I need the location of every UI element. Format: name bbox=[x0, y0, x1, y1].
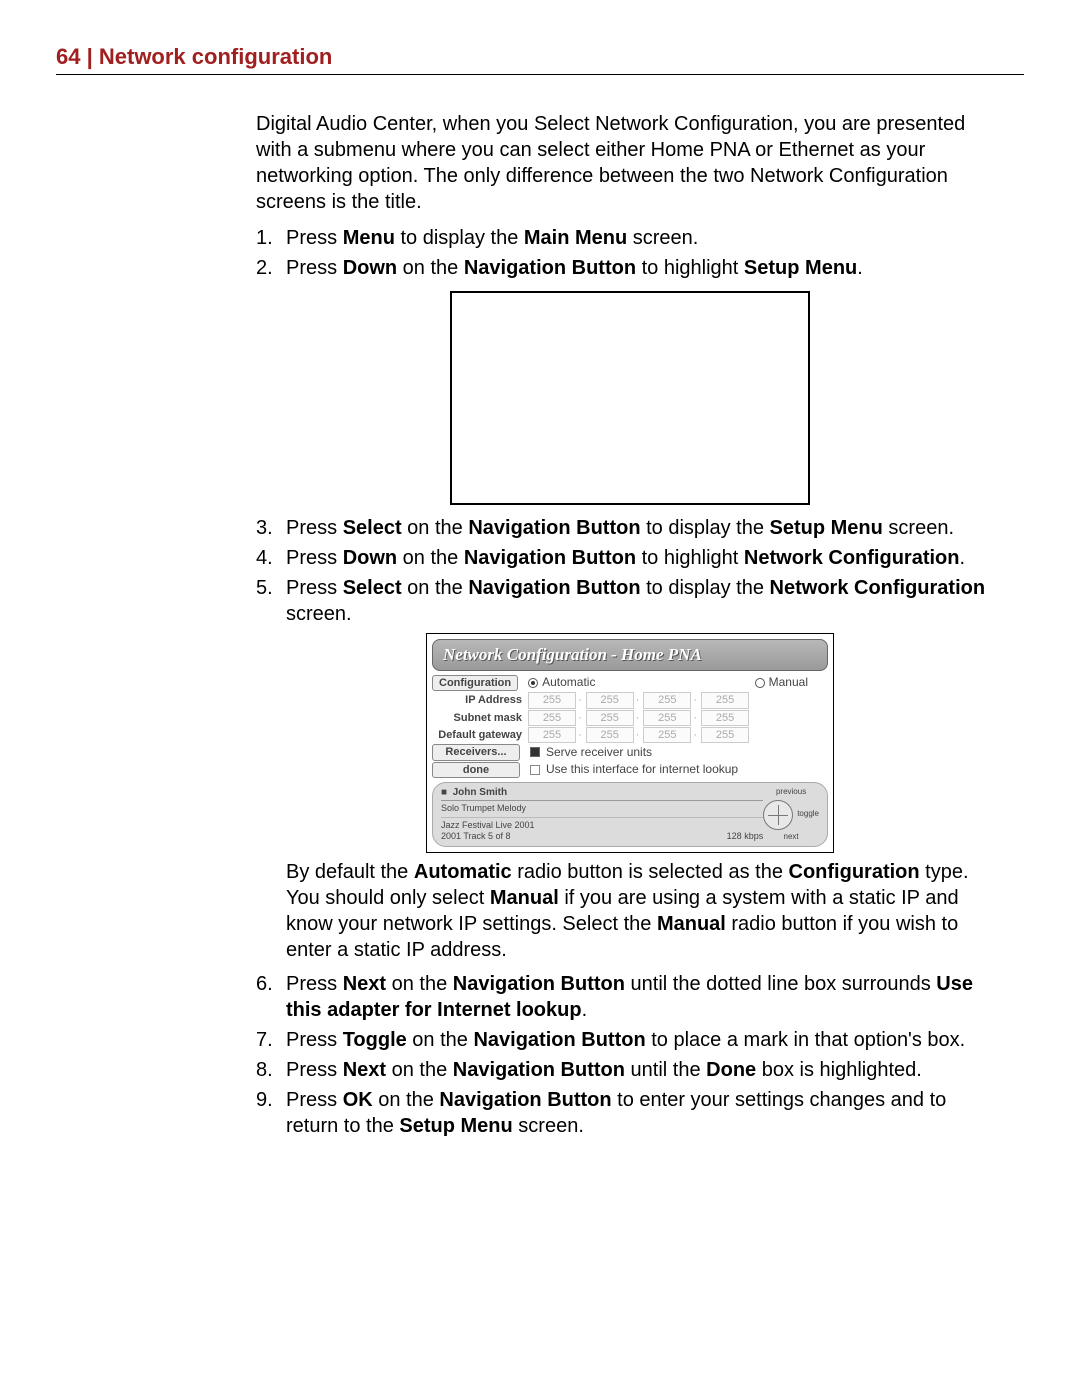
ip-octet: 255 bbox=[701, 710, 749, 726]
body-column: Digital Audio Center, when you Select Ne… bbox=[256, 111, 1004, 1139]
ip-octet: 255 bbox=[643, 692, 691, 708]
step-number: 7. bbox=[256, 1027, 286, 1053]
default-config-paragraph: By default the Automatic radio button is… bbox=[286, 859, 1004, 963]
step-number: 3. bbox=[256, 515, 286, 541]
step-number: 6. bbox=[256, 971, 286, 1023]
ip-octet: 255 bbox=[528, 727, 576, 743]
ip-octet: 255 bbox=[586, 710, 634, 726]
serve-label: Serve receiver units bbox=[546, 745, 652, 761]
figure-placeholder bbox=[450, 291, 810, 505]
step-text: Press Select on the Navigation Button to… bbox=[286, 515, 1004, 541]
step-text: Press Next on the Navigation Button unti… bbox=[286, 1057, 1004, 1083]
instruction-list: 1. Press Menu to display the Main Menu s… bbox=[256, 225, 1004, 281]
player-kbps: 128 kbps bbox=[727, 831, 764, 842]
ip-octet: 255 bbox=[586, 727, 634, 743]
step-number: 5. bbox=[256, 575, 286, 627]
step-3: 3. Press Select on the Navigation Button… bbox=[256, 515, 1004, 541]
ip-octet: 255 bbox=[528, 710, 576, 726]
network-config-screenshot: Network Configuration - Home PNA Configu… bbox=[426, 633, 834, 853]
step-2: 2. Press Down on the Navigation Button t… bbox=[256, 255, 1004, 281]
step-text: Press Toggle on the Navigation Button to… bbox=[286, 1027, 1004, 1053]
radio-automatic bbox=[528, 678, 538, 688]
now-playing-panel: ■ John Smith Solo Trumpet Melody Jazz Fe… bbox=[432, 782, 828, 847]
header-sep: | bbox=[80, 44, 98, 69]
step-text: Press Menu to display the Main Menu scre… bbox=[286, 225, 1004, 251]
page-header: 64 | Network configuration bbox=[56, 44, 1024, 75]
instruction-list-continued: 3. Press Select on the Navigation Button… bbox=[256, 515, 1004, 627]
step-9: 9. Press OK on the Navigation Button to … bbox=[256, 1087, 1004, 1139]
config-label-button: Configuration bbox=[432, 675, 518, 691]
lookup-checkbox bbox=[530, 765, 540, 775]
radio-manual-label: Manual bbox=[769, 675, 808, 691]
instruction-list-continued-2: 6. Press Next on the Navigation Button u… bbox=[256, 971, 1004, 1139]
step-text: Press OK on the Navigation Button to ent… bbox=[286, 1087, 1004, 1139]
serve-checkbox bbox=[530, 747, 540, 757]
intro-paragraph: Digital Audio Center, when you Select Ne… bbox=[256, 111, 1004, 215]
step-text: Press Down on the Navigation Button to h… bbox=[286, 255, 1004, 281]
ip-octet: 255 bbox=[701, 727, 749, 743]
nav-ring-icon bbox=[763, 800, 793, 830]
ip-address-label: IP Address bbox=[432, 693, 526, 707]
page-title: Network configuration bbox=[99, 44, 332, 69]
nav-next: next bbox=[763, 832, 819, 842]
step-8: 8. Press Next on the Navigation Button u… bbox=[256, 1057, 1004, 1083]
step-7: 7. Press Toggle on the Navigation Button… bbox=[256, 1027, 1004, 1053]
step-6: 6. Press Next on the Navigation Button u… bbox=[256, 971, 1004, 1023]
radio-automatic-label: Automatic bbox=[542, 675, 595, 691]
player-track: Solo Trumpet Melody bbox=[441, 803, 763, 814]
step-number: 2. bbox=[256, 255, 286, 281]
lookup-label: Use this interface for internet lookup bbox=[546, 762, 738, 778]
player-album: Jazz Festival Live 2001 bbox=[441, 820, 763, 831]
gateway-label: Default gateway bbox=[432, 728, 526, 742]
step-5: 5. Press Select on the Navigation Button… bbox=[256, 575, 1004, 627]
screenshot-title: Network Configuration - Home PNA bbox=[432, 639, 828, 671]
step-text: Press Down on the Navigation Button to h… bbox=[286, 545, 1004, 571]
player-user: John Smith bbox=[453, 787, 507, 798]
step-number: 1. bbox=[256, 225, 286, 251]
screenshot-body: Configuration Automatic Manual IP Addres… bbox=[432, 675, 828, 847]
nav-previous: previous bbox=[763, 787, 819, 797]
ip-octet: 255 bbox=[586, 692, 634, 708]
step-number: 8. bbox=[256, 1057, 286, 1083]
receivers-button: Receivers... bbox=[432, 744, 520, 760]
ip-octet: 255 bbox=[528, 692, 576, 708]
ip-octet: 255 bbox=[701, 692, 749, 708]
ip-octet: 255 bbox=[643, 727, 691, 743]
player-trackinfo: 2001 Track 5 of 8 bbox=[441, 831, 511, 842]
step-4: 4. Press Down on the Navigation Button t… bbox=[256, 545, 1004, 571]
done-button: done bbox=[432, 762, 520, 778]
step-text: Press Select on the Navigation Button to… bbox=[286, 575, 1004, 627]
page-number: 64 bbox=[56, 44, 80, 69]
radio-manual bbox=[755, 678, 765, 688]
nav-pad: previous toggle next bbox=[763, 787, 819, 842]
step-number: 4. bbox=[256, 545, 286, 571]
step-number: 9. bbox=[256, 1087, 286, 1139]
subnet-label: Subnet mask bbox=[432, 711, 526, 725]
step-text: Press Next on the Navigation Button unti… bbox=[286, 971, 1004, 1023]
nav-toggle: toggle bbox=[797, 809, 819, 819]
step-1: 1. Press Menu to display the Main Menu s… bbox=[256, 225, 1004, 251]
ip-octet: 255 bbox=[643, 710, 691, 726]
